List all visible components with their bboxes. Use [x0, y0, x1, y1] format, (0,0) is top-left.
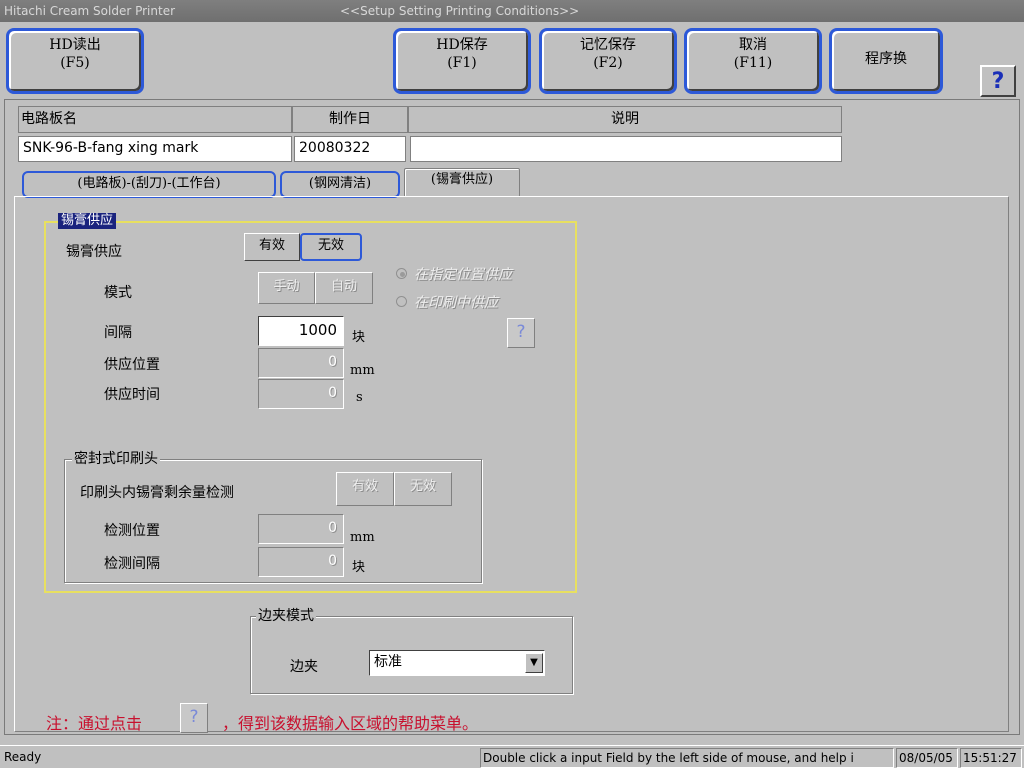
mode-auto-button[interactable]: 自动 [315, 272, 373, 304]
remaining-detect-label: 印刷头内锡膏剩余量检测 [80, 485, 234, 501]
description-header: 说明 [408, 106, 842, 133]
app-title: Hitachi Cream Solder Printer [4, 4, 176, 18]
tab-solder-supply[interactable]: (锡膏供应) [404, 168, 520, 197]
detect-position-input[interactable]: 0 [258, 514, 344, 544]
status-date: 08/05/05 [896, 748, 958, 768]
supply-position-input[interactable]: 0 [258, 348, 344, 378]
detect-interval-input[interactable]: 0 [258, 547, 344, 577]
memory-save-key: (F2) [593, 55, 623, 71]
sealed-head-title: 密封式印刷头 [72, 451, 160, 467]
interval-input[interactable]: 1000 [258, 316, 344, 346]
board-name-field[interactable]: SNK-96-B-fang xing mark [18, 136, 292, 162]
detect-position-unit: mm [350, 530, 375, 545]
hd-save-button[interactable]: HD保存 (F1) [393, 28, 531, 94]
cancel-key: (F11) [733, 55, 773, 71]
hd-save-key: (F1) [447, 55, 477, 71]
remaining-enable-button[interactable]: 有效 [336, 472, 394, 506]
status-bar: Ready Double click a input Field by the … [0, 745, 1024, 768]
board-name-header: 电路板名 [18, 106, 292, 133]
date-field[interactable]: 20080322 [294, 136, 406, 162]
hd-save-label: HD保存 [436, 37, 488, 53]
note-help-icon: ? [180, 703, 208, 733]
hd-read-button[interactable]: HD读出 (F5) [6, 28, 144, 94]
solder-supply-label: 锡膏供应 [66, 244, 122, 260]
solder-supply-group-title: 锡膏供应 [58, 213, 117, 229]
program-change-label: 程序换 [865, 51, 907, 67]
supply-position-unit: mm [350, 363, 375, 378]
supply-time-input[interactable]: 0 [258, 379, 344, 409]
edge-clamp-select[interactable]: 标准 [369, 650, 545, 676]
mode-label: 模式 [104, 285, 132, 301]
tab-board-squeegee-table[interactable]: (电路板)-(刮刀)-(工作台) [22, 171, 276, 198]
hd-read-label: HD读出 [49, 37, 101, 53]
title-bar: Hitachi Cream Solder Printer <<Setup Set… [0, 0, 1024, 22]
chevron-down-icon[interactable]: ▼ [525, 653, 543, 673]
program-change-button[interactable]: 程序换 [829, 28, 943, 94]
radio-during-print[interactable] [396, 296, 407, 307]
interval-unit: 块 [352, 330, 366, 345]
solder-supply-disable-button[interactable]: 无效 [300, 233, 362, 261]
solder-supply-enable-button[interactable]: 有效 [244, 233, 300, 261]
cancel-label: 取消 [739, 37, 767, 53]
help-icon[interactable]: ? [980, 65, 1016, 97]
supply-time-label: 供应时间 [104, 387, 160, 403]
radio-fixed-position[interactable] [396, 268, 407, 279]
date-header: 制作日 [292, 106, 408, 133]
hd-read-key: (F5) [60, 55, 90, 71]
note-suffix: ，得到该数据输入区域的帮助菜单。 [222, 714, 479, 733]
note-prefix: 注：通过点击 [46, 714, 143, 733]
screen-title: <<Setup Setting Printing Conditions>> [340, 4, 580, 18]
edge-clamp-selected: 标准 [374, 654, 402, 670]
memory-save-button[interactable]: 记忆保存 (F2) [539, 28, 677, 94]
supply-time-unit: s [356, 390, 363, 405]
radio-during-print-label: 在印刷中供应 [414, 295, 498, 311]
supply-position-label: 供应位置 [104, 357, 160, 373]
mode-manual-button[interactable]: 手动 [258, 272, 315, 304]
radio-fixed-position-label: 在指定位置供应 [414, 267, 512, 283]
cancel-button[interactable]: 取消 (F11) [684, 28, 822, 94]
detect-interval-unit: 块 [352, 560, 366, 575]
description-field[interactable] [410, 136, 842, 162]
tab-stencil-cleaning[interactable]: (钢网清洁) [280, 171, 400, 198]
detect-interval-label: 检测间隔 [104, 556, 160, 572]
edge-mode-title: 边夹模式 [256, 608, 316, 624]
radio-selected-dot [400, 272, 405, 277]
memory-save-label: 记忆保存 [580, 37, 636, 53]
status-hint: Double click a input Field by the left s… [480, 748, 894, 768]
remaining-disable-button[interactable]: 无效 [394, 472, 452, 506]
edge-clamp-label: 边夹 [290, 659, 318, 675]
interval-label: 间隔 [104, 325, 132, 341]
detect-position-label: 检测位置 [104, 523, 160, 539]
supply-help-button[interactable]: ? [507, 318, 535, 348]
status-time: 15:51:27 [960, 748, 1022, 768]
status-state: Ready [4, 750, 42, 764]
